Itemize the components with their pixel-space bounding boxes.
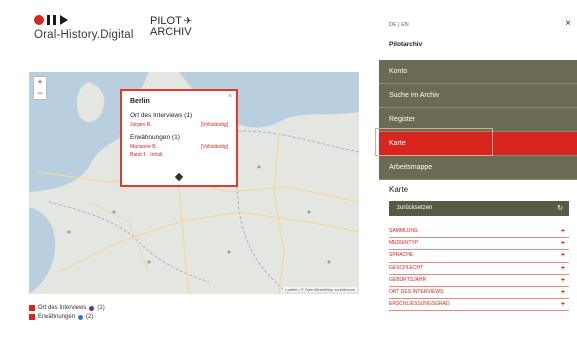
legend-count: (1) <box>97 305 105 311</box>
highlight-outline <box>375 128 493 156</box>
plus-icon: + <box>560 264 565 272</box>
legend-dot-icon <box>89 305 95 311</box>
popup-section-mentions: Erwähnungen (1) <box>130 134 180 141</box>
map-legend: Ort des Interviews (1) Erwähnungen (2) <box>29 305 105 323</box>
filter-label: MEDIENTYP <box>389 240 419 247</box>
legend-count: (2) <box>86 314 94 320</box>
filter-label: GEBURTSJAHR <box>389 276 427 283</box>
legend-label: Erwähnungen <box>38 314 76 320</box>
map-attribution[interactable]: Leaflet | © OpenStreetMap contributors <box>283 287 357 292</box>
pause-bar-icon <box>47 15 50 25</box>
filter-collection[interactable]: SAMMLUNG + <box>389 226 569 239</box>
close-panel-button[interactable]: × <box>565 18 571 29</box>
side-panel: DE | EN × Pilotarchiv Konto Suche im Arc… <box>379 0 577 341</box>
filter-media-type[interactable]: MEDIENTYP + <box>389 238 569 251</box>
filter-label: GESCHLECHT <box>389 264 424 271</box>
popup-section-interview-place: Ort des Interviews (1) <box>130 112 193 119</box>
filter-list: SAMMLUNG + MEDIENTYP + SPRACHE + GESCHLECHT… <box>389 226 569 312</box>
filter-label: ORT DES INTERVIEWS <box>389 288 444 295</box>
popup-row: Jürgen R. [Vollständig] <box>130 122 228 128</box>
legend-label: Ort des Interviews <box>38 305 87 311</box>
legend-dot-icon <box>78 314 84 320</box>
logo-text: Oral-History.Digital <box>34 29 134 41</box>
popup-row: Marianne B. [Vollständig] <box>130 144 228 150</box>
page: Oral-History.Digital PILOT ✈ ARCHIV + − … <box>0 0 577 341</box>
archive-label: ARCHIV <box>150 26 192 38</box>
legend-item[interactable]: Erwähnungen (2) <box>29 314 105 320</box>
plus-icon: + <box>560 252 565 260</box>
zoom-control: + − <box>33 76 47 100</box>
reset-icon: ↻ <box>557 205 563 212</box>
filter-label: SAMMLUNG <box>389 228 418 234</box>
plus-icon: + <box>560 288 565 296</box>
reset-button[interactable]: zurücksetzen ↻ <box>389 201 569 216</box>
filter-gender[interactable]: GESCHLECHT + <box>389 263 569 275</box>
menu-item-search[interactable]: Suche im Archiv <box>379 84 577 108</box>
popup-interviewee-link[interactable]: Jürgen R. <box>130 122 152 128</box>
popup-title: Berlin <box>130 98 150 105</box>
filter-label: ERSCHLIESSUNGSGRAD <box>389 301 450 308</box>
plus-icon: + <box>560 276 565 284</box>
archive-name: Pilotarchiv <box>389 41 423 48</box>
language-switcher[interactable]: DE | EN <box>389 22 409 28</box>
legend-item[interactable]: Ort des Interviews (1) <box>29 305 105 311</box>
pilot-archive-title[interactable]: PILOT ✈ ARCHIV <box>150 16 192 38</box>
checkbox-icon[interactable] <box>29 314 35 320</box>
zoom-in-button[interactable]: + <box>34 77 46 88</box>
section-heading: Karte <box>389 185 409 194</box>
popup-status-link[interactable]: [Vollständig] <box>201 144 228 150</box>
plus-icon: + <box>560 228 565 235</box>
reset-label: zurücksetzen <box>397 205 433 211</box>
menu-item-workbook[interactable]: Arbeitsmappe <box>379 156 577 180</box>
popup-close-button[interactable]: × <box>228 93 232 100</box>
filter-birth-year[interactable]: GEBURTSJAHR + <box>389 275 569 287</box>
main-menu: Konto Suche im Archiv Register Karte Arb… <box>379 60 577 180</box>
menu-item-konto[interactable]: Konto <box>379 60 577 84</box>
checkbox-icon[interactable] <box>29 305 35 311</box>
pause-bar-icon <box>53 15 56 25</box>
record-dot-icon <box>34 15 44 25</box>
plus-icon: + <box>560 301 565 309</box>
filter-language[interactable]: SPRACHE + <box>389 250 569 263</box>
logo-marks <box>34 14 144 26</box>
filter-interview-place[interactable]: ORT DES INTERVIEWS + <box>389 287 569 300</box>
popup-segment-link[interactable]: Band 1 · Inhalt <box>130 152 228 158</box>
filter-indexing-level[interactable]: ERSCHLIESSUNGSGRAD + <box>389 299 569 312</box>
popup-status-link[interactable]: [Vollständig] <box>201 122 228 128</box>
play-icon <box>60 15 68 25</box>
logo[interactable]: Oral-History.Digital <box>34 14 144 50</box>
filter-label: SPRACHE <box>389 252 414 259</box>
zoom-out-button[interactable]: − <box>34 88 46 99</box>
plus-icon: + <box>560 240 565 248</box>
popup-interviewee-link[interactable]: Marianne B. <box>130 144 157 150</box>
